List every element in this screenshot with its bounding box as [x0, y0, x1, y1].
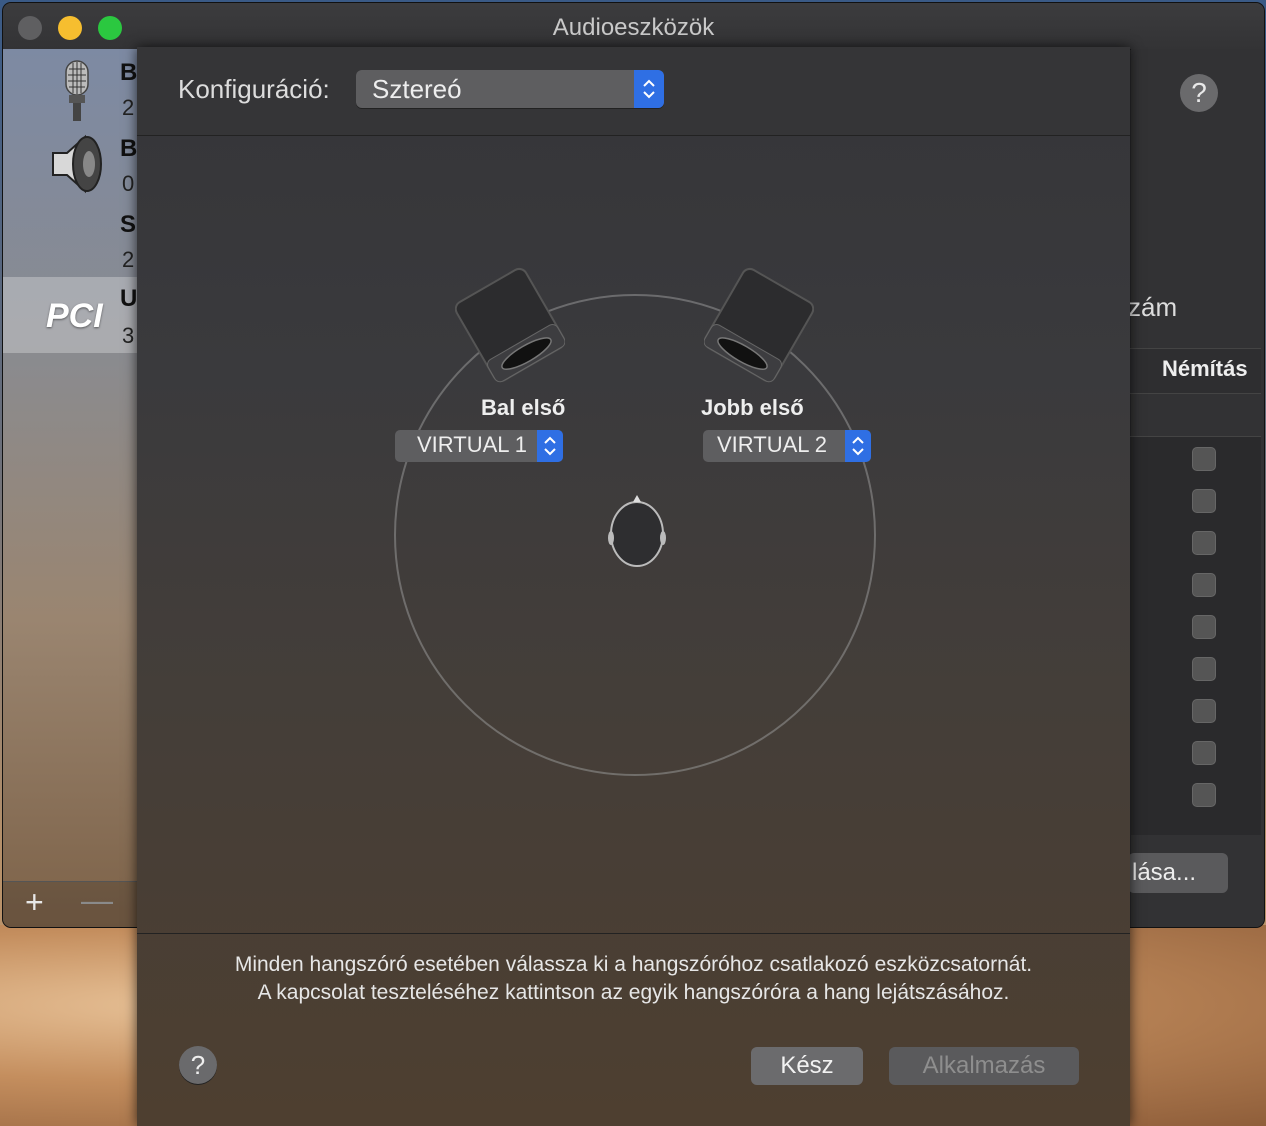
window-title: Audioeszközök	[552, 14, 715, 41]
mute-checkbox[interactable]	[1192, 573, 1216, 597]
sidebar-item-pci-device[interactable]: PCI U 3	[3, 277, 138, 353]
instruction-line-1: Minden hangszóró esetében válassza ki a …	[234, 953, 1033, 976]
remove-device-button[interactable]: —	[81, 882, 113, 919]
right-front-speaker-label: Jobb első	[701, 395, 804, 420]
sidebar-device-count: 0	[122, 171, 135, 196]
sidebar-item-speaker-device[interactable]: B 0	[3, 125, 138, 201]
configuration-select[interactable]: Sztereó	[356, 70, 664, 108]
listener-head-icon	[608, 495, 666, 567]
configure-button-label: lása...	[1132, 859, 1197, 886]
apply-button[interactable]: Alkalmazás	[889, 1047, 1079, 1085]
up-down-chevron-icon	[845, 430, 871, 462]
sidebar-item-s-device[interactable]: S 2	[3, 201, 138, 277]
title-bar: Audioeszközök	[3, 3, 1264, 50]
sidebar-device-count: 2	[122, 247, 135, 272]
divider	[137, 933, 1130, 934]
sidebar-device-count: 2	[122, 95, 135, 120]
instruction-line-2: A kapcsolat teszteléséhez kattintson az …	[257, 981, 1010, 1004]
right-front-channel-value: VIRTUAL 2	[717, 432, 828, 457]
device-sidebar: B 2 B 0 S 2 PCI U 3 + —	[3, 49, 138, 927]
up-down-chevron-icon	[634, 70, 664, 108]
configure-speakers-sheet: Konfiguráció: Sztereó Bal első VIRTUAL 1	[137, 47, 1130, 1126]
sidebar-device-name: B	[120, 59, 138, 86]
left-front-speaker-icon[interactable]	[455, 265, 565, 385]
done-button[interactable]: Kész	[751, 1047, 863, 1085]
configuration-bar: Konfiguráció: Sztereó	[137, 47, 1130, 136]
up-down-chevron-icon	[537, 430, 563, 462]
mute-checkbox[interactable]	[1192, 489, 1216, 513]
mute-checkbox[interactable]	[1192, 615, 1216, 639]
mute-column-header: Némítás	[1162, 356, 1248, 381]
help-button[interactable]: ?	[179, 1046, 217, 1084]
sidebar-device-name: B	[120, 135, 138, 162]
speaker-icon	[52, 134, 102, 194]
sidebar-device-count: 3	[122, 323, 135, 348]
sidebar-toolbar: + —	[3, 881, 138, 927]
sidebar-item-mic-device[interactable]: B 2	[3, 49, 138, 125]
microphone-icon	[65, 60, 89, 121]
mute-checkbox[interactable]	[1192, 657, 1216, 681]
partial-label: zám	[1128, 292, 1178, 322]
sidebar-device-name: S	[120, 211, 137, 238]
pci-icon: PCI	[46, 297, 103, 335]
mute-checkbox[interactable]	[1192, 783, 1216, 807]
mute-checkbox[interactable]	[1192, 741, 1216, 765]
right-front-channel-select[interactable]: VIRTUAL 2	[703, 430, 871, 462]
mute-checkbox[interactable]	[1192, 531, 1216, 555]
left-front-channel-select[interactable]: VIRTUAL 1	[395, 430, 563, 462]
configure-button[interactable]: lása...	[1128, 853, 1228, 893]
left-front-speaker-label: Bal első	[481, 395, 566, 420]
configuration-label: Konfiguráció:	[178, 74, 330, 104]
configuration-value: Sztereó	[372, 74, 462, 104]
mute-checkbox[interactable]	[1192, 699, 1216, 723]
help-button-background[interactable]: ?	[1180, 74, 1218, 112]
left-front-channel-value: VIRTUAL 1	[417, 432, 528, 457]
mute-checkbox[interactable]	[1192, 447, 1216, 471]
right-front-speaker-icon[interactable]	[704, 265, 814, 385]
sidebar-device-name: U	[120, 285, 138, 312]
add-device-button[interactable]: +	[25, 884, 44, 921]
